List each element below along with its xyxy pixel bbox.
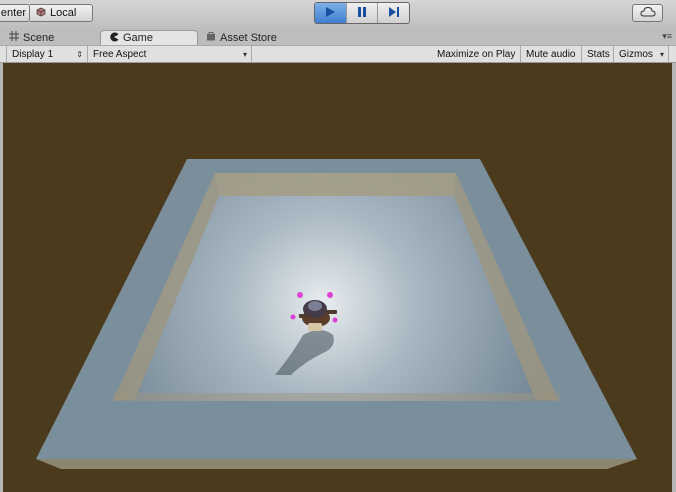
gizmos-label: Gizmos xyxy=(619,48,653,60)
cube-icon xyxy=(36,7,46,20)
aspect-dropdown[interactable]: Free Aspect ▾ xyxy=(88,46,252,62)
cloud-button[interactable] xyxy=(632,4,663,22)
pacman-icon xyxy=(109,32,119,45)
editor-tabs: Scene Game Asset Store ▾≡ xyxy=(0,28,676,45)
pivot-toggle-button[interactable]: enter xyxy=(0,4,30,22)
stats-toggle[interactable]: Stats xyxy=(582,46,614,62)
space-label: Local xyxy=(50,7,77,19)
display-dropdown[interactable]: Display 1 ⇕ xyxy=(6,46,88,62)
wall-back xyxy=(215,173,456,196)
chevron-down-icon: ▾ xyxy=(242,49,247,59)
wall-front xyxy=(113,393,560,401)
tab-scene[interactable]: Scene xyxy=(6,30,96,45)
step-button[interactable] xyxy=(378,3,409,23)
bag-icon xyxy=(206,31,216,44)
game-view-toolbar: Display 1 ⇕ Free Aspect ▾ Maximize on Pl… xyxy=(0,45,676,63)
toolbar: enter Local xyxy=(0,0,676,28)
tab-game-label: Game xyxy=(123,32,153,44)
stats-label: Stats xyxy=(587,48,610,60)
playback-controls xyxy=(314,2,410,24)
updown-arrow-icon: ⇕ xyxy=(76,49,83,59)
play-icon xyxy=(324,6,336,21)
display-label: Display 1 xyxy=(12,48,54,60)
pivot-label: enter xyxy=(0,7,26,19)
pause-icon xyxy=(356,6,368,21)
game-viewport[interactable] xyxy=(3,63,672,492)
pause-button[interactable] xyxy=(347,3,379,23)
arena-floor-front-face xyxy=(36,459,637,469)
maximize-label: Maximize on Play xyxy=(437,48,516,60)
gizmos-dropdown[interactable]: Gizmos ▾ xyxy=(614,46,669,62)
mute-audio-toggle[interactable]: Mute audio xyxy=(521,46,582,62)
aspect-label: Free Aspect xyxy=(93,48,147,60)
game-scene xyxy=(36,159,637,469)
step-icon xyxy=(388,6,400,21)
tab-menu-icon[interactable]: ▾≡ xyxy=(662,31,672,42)
cloud-icon xyxy=(639,6,656,20)
chevron-down-icon: ▾ xyxy=(659,49,664,59)
grid-icon xyxy=(9,31,19,44)
mute-label: Mute audio xyxy=(526,48,576,60)
tab-game[interactable]: Game xyxy=(100,30,198,45)
space-toggle-button[interactable]: Local xyxy=(30,4,93,22)
maximize-on-play-toggle[interactable]: Maximize on Play xyxy=(432,46,521,62)
tab-asset-store-label: Asset Store xyxy=(220,31,277,44)
play-button[interactable] xyxy=(315,3,347,23)
tab-asset-store[interactable]: Asset Store xyxy=(206,30,316,45)
tab-scene-label: Scene xyxy=(23,31,55,44)
right-panel-edge xyxy=(672,63,676,492)
